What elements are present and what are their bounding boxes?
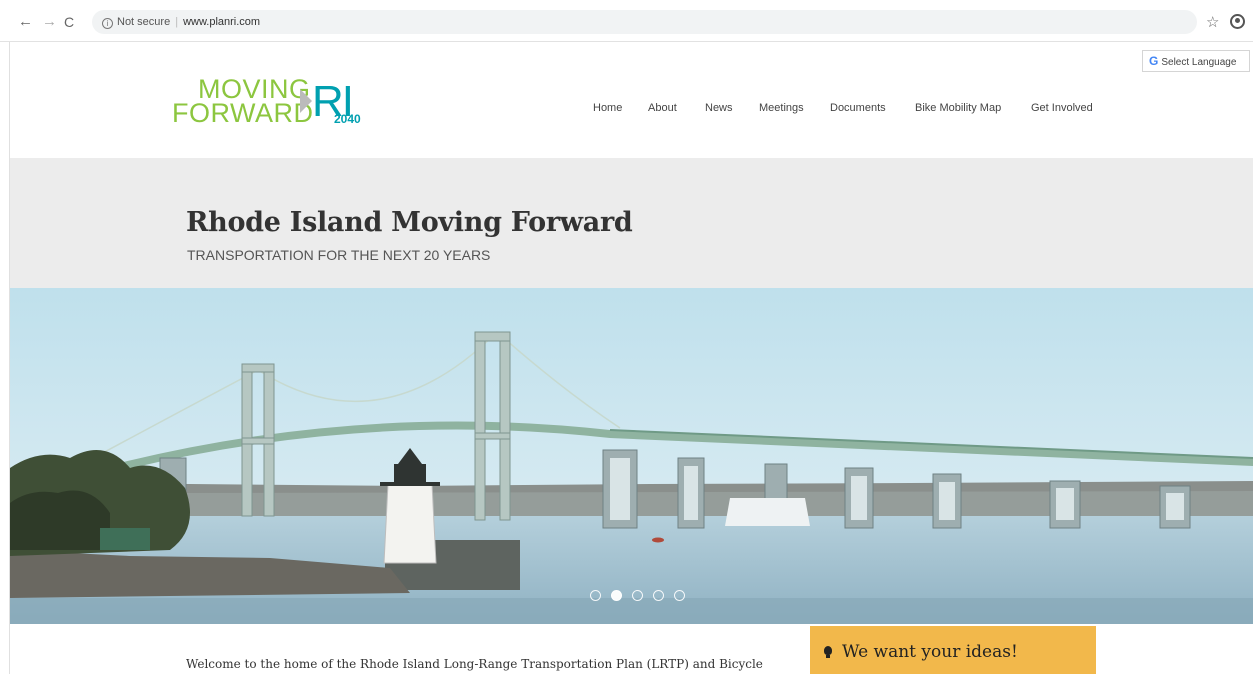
back-icon[interactable]: ←: [18, 14, 33, 30]
page-title: Rhode Island Moving Forward: [186, 207, 633, 238]
google-icon: G: [1149, 54, 1159, 68]
url-text: www.planri.com: [183, 16, 261, 28]
logo-year: 2040: [334, 112, 361, 126]
slide-dot-1[interactable]: [590, 590, 601, 601]
we-want-your-ideas-label: We want your ideas!: [842, 642, 1018, 662]
slide-dot-3[interactable]: [632, 590, 643, 601]
nav-home[interactable]: Home: [593, 102, 622, 114]
nav-news[interactable]: News: [705, 102, 733, 114]
address-separator: |: [175, 16, 179, 28]
forward-icon[interactable]: →: [42, 14, 57, 30]
logo-arrow-icon: [300, 89, 312, 113]
slideshow-pagination: [590, 588, 695, 601]
nav-documents[interactable]: Documents: [830, 102, 886, 114]
browser-toolbar: ← → C i Not secure | www.planri.com ☆: [0, 0, 1253, 42]
welcome-text: Welcome to the home of the Rhode Island …: [186, 657, 763, 671]
lightbulb-icon: [824, 646, 832, 658]
nav-meetings[interactable]: Meetings: [759, 102, 804, 114]
bridge-photo: [10, 288, 1253, 624]
hero-slideshow-image[interactable]: [10, 288, 1253, 624]
slide-dot-5[interactable]: [674, 590, 685, 601]
we-want-your-ideas-button[interactable]: We want your ideas!: [810, 626, 1096, 674]
info-icon[interactable]: i: [102, 18, 113, 29]
bookmark-star-icon[interactable]: ☆: [1206, 13, 1219, 31]
logo-line-forward: FORWARD: [172, 98, 314, 128]
page-subtitle: TRANSPORTATION FOR THE NEXT 20 YEARS: [187, 247, 491, 263]
profile-icon[interactable]: [1230, 14, 1245, 29]
slide-dot-4[interactable]: [653, 590, 664, 601]
select-language-label: Select Language: [1161, 57, 1237, 68]
nav-about[interactable]: About: [648, 102, 677, 114]
select-language-dropdown[interactable]: G Select Language: [1142, 50, 1250, 72]
nav-bike-mobility-map[interactable]: Bike Mobility Map: [915, 102, 1001, 114]
address-bar[interactable]: i Not secure | www.planri.com: [92, 10, 1197, 34]
security-label: Not secure: [117, 16, 171, 28]
site-logo[interactable]: MOVING FORWARD RI 2040: [172, 75, 402, 137]
reload-icon[interactable]: C: [64, 14, 74, 30]
slide-dot-2[interactable]: [611, 590, 622, 601]
nav-get-involved[interactable]: Get Involved: [1031, 102, 1093, 114]
